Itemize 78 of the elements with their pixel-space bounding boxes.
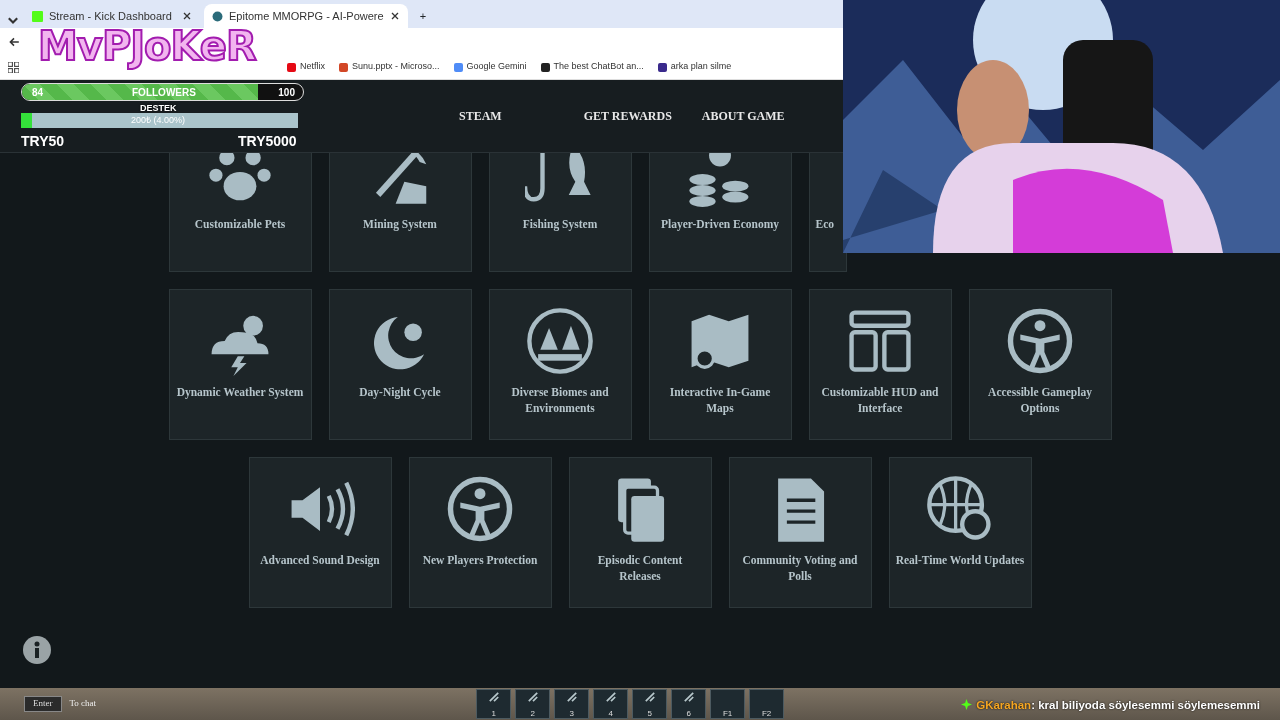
feature-title: Fishing System — [521, 217, 599, 232]
tab-title: Stream - Kick Dashboard — [49, 8, 173, 24]
hotbar-slot[interactable]: 6 — [671, 689, 707, 719]
nav-link[interactable]: GET REWARDS — [583, 107, 672, 125]
chat-hint: To chat — [69, 697, 97, 711]
feature-title: Mining System — [362, 217, 438, 232]
hotbar-slot[interactable]: F1 — [710, 689, 746, 719]
hotbar-slot[interactable]: F2 — [749, 689, 785, 719]
skill-icon — [642, 690, 657, 704]
follower-count: 84 — [32, 86, 44, 100]
feature-card[interactable]: Episodic Content Releases — [568, 457, 712, 608]
feature-title: Customizable HUD and Interface — [820, 385, 940, 416]
feature-card[interactable]: Dynamic Weather System — [168, 289, 312, 440]
feature-title: Eco — [815, 217, 835, 232]
feature-title: Advanced Sound Design — [259, 553, 381, 568]
feature-title: Episodic Content Releases — [596, 553, 684, 584]
feature-card[interactable]: Community Voting and Polls — [728, 457, 872, 608]
info-icon[interactable] — [22, 635, 52, 665]
hotbar-slot[interactable]: 4 — [593, 689, 629, 719]
hotbar-slot[interactable]: 3 — [554, 689, 590, 719]
feature-card[interactable]: Accessible Gameplay Options — [968, 289, 1112, 440]
back-icon[interactable] — [8, 35, 20, 48]
star-icon — [961, 699, 973, 710]
apps-icon[interactable] — [8, 61, 19, 73]
close-icon[interactable] — [389, 11, 400, 21]
feature-card[interactable]: Customizable HUD and Interface — [808, 289, 952, 440]
feature-title: Day-Night Cycle — [358, 385, 442, 400]
feature-card[interactable]: Day-Night Cycle — [328, 289, 472, 440]
feature-title: Real-Time World Updates — [894, 553, 1026, 568]
feature-title: Dynamic Weather System — [175, 385, 305, 400]
feature-title: Accessible Gameplay Options — [987, 385, 1093, 416]
biome-circle-icon — [525, 306, 595, 376]
skill-icon — [681, 690, 696, 704]
feature-title: Customizable Pets — [193, 217, 287, 232]
feature-title: Community Voting and Polls — [741, 553, 859, 584]
hotbar-slot[interactable]: 1 — [476, 689, 512, 719]
nav-link[interactable]: STEAM — [459, 107, 502, 125]
bookmark-link[interactable]: Sunu.pptx - Microso... — [339, 60, 440, 74]
hotbar-slot[interactable]: 2 — [515, 689, 551, 719]
skill-icon — [486, 690, 501, 704]
accessibility-icon — [445, 474, 515, 544]
accessibility-icon — [1005, 306, 1075, 376]
skill-icon — [525, 690, 540, 704]
feature-card[interactable]: Advanced Sound Design — [248, 457, 392, 608]
feature-card[interactable]: New Players Protection — [408, 457, 552, 608]
nav-link[interactable]: ABOUT GAME — [701, 107, 785, 125]
feature-card[interactable]: Player-Driven Economy — [648, 153, 792, 272]
follower-goal: 100 — [278, 86, 295, 100]
donation-label: DESTEK — [140, 102, 177, 115]
enter-key[interactable]: Enter — [24, 696, 62, 712]
square-icon — [32, 10, 43, 22]
donation-max: TRY5000 — [238, 132, 297, 151]
tab-title: Epitome MMORPG - AI-Powere — [229, 8, 384, 24]
new-tab-button[interactable]: + — [411, 7, 435, 28]
close-icon[interactable] — [182, 11, 192, 21]
feature-card[interactable]: Mining System — [328, 153, 472, 272]
bookmark-link[interactable]: The best ChatBot an... — [540, 60, 644, 74]
skill-icon — [603, 690, 618, 704]
donation-progress: 200₺ (4.00%) — [131, 114, 186, 127]
feature-card[interactable]: Diverse Biomes and Environments — [488, 289, 632, 440]
bookmark-link[interactable]: arka plan silme — [657, 60, 732, 74]
bookmark-link[interactable]: Google Gemini — [453, 60, 527, 74]
feature-card[interactable]: Fishing System — [488, 153, 632, 272]
followers-label: FOLLOWERS — [132, 86, 196, 100]
bookmark-link[interactable]: Netflix — [287, 60, 325, 74]
chat-message: GKarahan: kral biliyoda söylesemmi söylemesemmi — [961, 697, 1260, 715]
feature-title: Diverse Biomes and Environments — [510, 385, 610, 416]
feature-title: Player-Driven Economy — [659, 217, 781, 232]
feature-title: Interactive In-Game Maps — [668, 385, 772, 416]
feature-card[interactable]: Eco — [808, 153, 847, 272]
feature-card[interactable]: Interactive In-Game Maps — [648, 289, 792, 440]
feature-title: New Players Protection — [421, 553, 539, 568]
browser-tab[interactable]: Epitome MMORPG - AI-Powere — [204, 4, 408, 28]
feature-card[interactable]: Real-Time World Updates — [888, 457, 1032, 608]
hotbar-slot[interactable]: 5 — [632, 689, 668, 719]
donation-min: TRY50 — [21, 132, 65, 151]
feature-card[interactable]: Customizable Pets — [168, 153, 312, 272]
skill-icon — [564, 690, 579, 704]
